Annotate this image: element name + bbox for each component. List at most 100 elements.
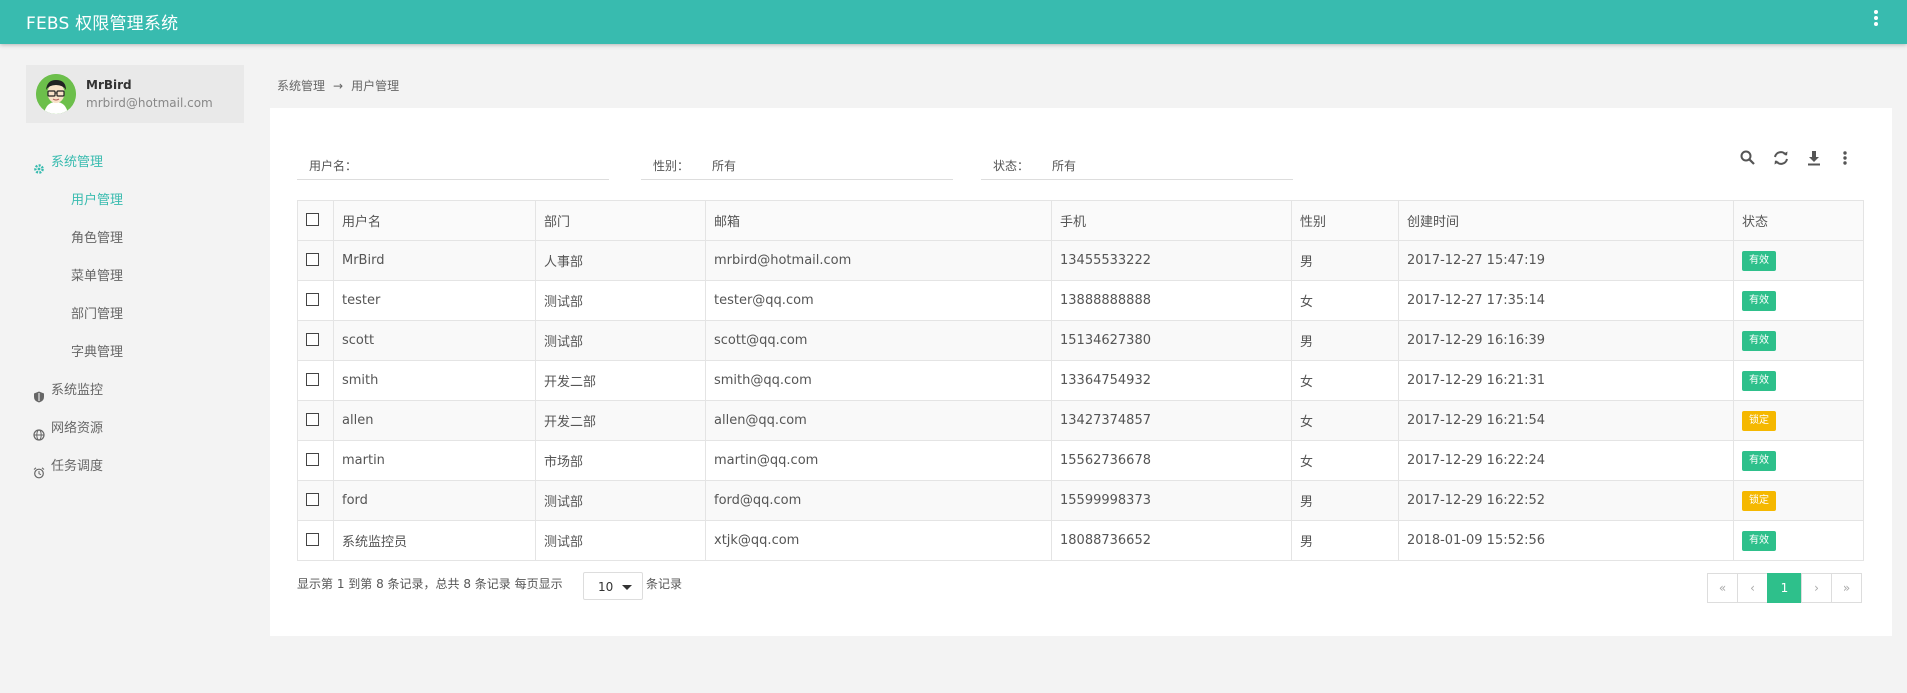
row-checkbox[interactable] xyxy=(306,452,319,466)
sidebar-item-label: 系统管理 xyxy=(51,155,104,170)
table-row[interactable]: 系统监控员 测试部 xtjk@qq.com 18088736652 男 2018-01-0… xyxy=(297,520,1864,561)
column-header[interactable]: 邮箱 xyxy=(705,200,1052,241)
search-icon[interactable] xyxy=(1739,149,1757,167)
phone-cell: 15599998373 xyxy=(1051,480,1292,521)
department-cell: 测试部 xyxy=(535,480,706,521)
status-filter[interactable]: 状态： 所有 xyxy=(981,150,1293,180)
user-table: 用户名 部门 邮箱 手机 性别 创建时间 状态 MrBird 人事部 mrbird@… xyxy=(297,200,1864,561)
row-select-cell[interactable] xyxy=(297,280,334,321)
email-cell: ford@qq.com xyxy=(705,480,1052,521)
table-row[interactable]: tester 测试部 tester@qq.com 13888888888 女 2017-1… xyxy=(297,280,1864,321)
column-header[interactable]: 手机 xyxy=(1051,200,1292,241)
gender-cell: 女 xyxy=(1291,440,1399,481)
user-table-card: 用户名： 性别： 所有 状态： 所有 用户名 部门 邮箱 手机 性别 创建时间 … xyxy=(270,108,1892,636)
select-all-checkbox[interactable] xyxy=(306,212,319,226)
sidebar-item-label: 网络资源 xyxy=(51,421,104,436)
globe-icon xyxy=(33,423,45,441)
email-cell: scott@qq.com xyxy=(705,320,1052,361)
gender-filter-label: 性别： xyxy=(653,159,690,173)
row-checkbox[interactable] xyxy=(306,292,319,306)
page-size-select[interactable]: 10 xyxy=(583,572,643,600)
sidebar-item-label: 字典管理 xyxy=(71,345,124,360)
row-checkbox[interactable] xyxy=(306,532,319,546)
row-checkbox[interactable] xyxy=(306,252,319,266)
department-cell: 测试部 xyxy=(535,520,706,561)
created-time-cell: 2017-12-29 16:22:52 xyxy=(1398,480,1734,521)
email-cell: tester@qq.com xyxy=(705,280,1052,321)
sidebar-item-roles[interactable]: 角色管理 xyxy=(0,224,260,262)
table-row[interactable]: ford 测试部 ford@qq.com 15599998373 男 2017-12-29… xyxy=(297,480,1864,521)
last-page-button[interactable]: » xyxy=(1831,573,1862,603)
sidebar-item-dictionary[interactable]: 字典管理 xyxy=(0,338,260,376)
row-select-cell[interactable] xyxy=(297,400,334,441)
shield-icon xyxy=(33,385,45,403)
email-cell: mrbird@hotmail.com xyxy=(705,240,1052,281)
created-time-cell: 2017-12-27 15:47:19 xyxy=(1398,240,1734,281)
department-cell: 开发二部 xyxy=(535,360,706,401)
department-cell: 市场部 xyxy=(535,440,706,481)
column-header[interactable]: 用户名 xyxy=(333,200,536,241)
row-checkbox[interactable] xyxy=(306,372,319,386)
username-cell: scott xyxy=(333,320,536,361)
sidebar-item-network[interactable]: 网络资源 xyxy=(0,414,260,452)
breadcrumb-separator: → xyxy=(333,79,344,93)
row-select-cell[interactable] xyxy=(297,440,334,481)
next-page-button[interactable]: › xyxy=(1801,573,1832,603)
phone-cell: 13455533222 xyxy=(1051,240,1292,281)
select-all-cell[interactable] xyxy=(297,200,334,241)
table-row[interactable]: scott 测试部 scott@qq.com 15134627380 男 2017-12-… xyxy=(297,320,1864,361)
gender-cell: 女 xyxy=(1291,360,1399,401)
first-page-button[interactable]: « xyxy=(1707,573,1738,603)
status-cell: 有效 xyxy=(1733,440,1864,481)
phone-cell: 13888888888 xyxy=(1051,280,1292,321)
page-button-current[interactable]: 1 xyxy=(1767,573,1802,603)
gender-cell: 男 xyxy=(1291,240,1399,281)
username-cell: allen xyxy=(333,400,536,441)
prev-page-button[interactable]: ‹ xyxy=(1737,573,1768,603)
table-row[interactable]: martin 市场部 martin@qq.com 15562736678 女 2017-1… xyxy=(297,440,1864,481)
status-badge: 有效 xyxy=(1742,250,1776,271)
breadcrumb-parent[interactable]: 系统管理 xyxy=(277,79,325,93)
row-checkbox[interactable] xyxy=(306,492,319,506)
department-cell: 测试部 xyxy=(535,280,706,321)
refresh-icon[interactable] xyxy=(1772,149,1790,167)
username-filter[interactable]: 用户名： xyxy=(297,150,609,180)
status-cell: 锁定 xyxy=(1733,480,1864,521)
row-select-cell[interactable] xyxy=(297,320,334,361)
row-select-cell[interactable] xyxy=(297,480,334,521)
created-time-cell: 2018-01-09 15:52:56 xyxy=(1398,520,1734,561)
sidebar-item-users[interactable]: 用户管理 xyxy=(0,186,260,224)
row-checkbox[interactable] xyxy=(306,412,319,426)
email-cell: martin@qq.com xyxy=(705,440,1052,481)
sidebar-item-menus[interactable]: 菜单管理 xyxy=(0,262,260,300)
sidebar-item-schedule[interactable]: 任务调度 xyxy=(0,452,260,490)
sidebar-nav: 系统管理 用户管理 角色管理 菜单管理 部门管理 字典管理 系统监控 网络资源 … xyxy=(0,148,260,490)
status-badge: 有效 xyxy=(1742,370,1776,391)
status-filter-value[interactable]: 所有 xyxy=(1052,157,1076,174)
column-header[interactable]: 创建时间 xyxy=(1398,200,1734,241)
more-options-icon[interactable] xyxy=(1836,149,1854,167)
status-cell: 锁定 xyxy=(1733,400,1864,441)
caret-down-icon xyxy=(622,585,632,590)
row-checkbox[interactable] xyxy=(306,332,319,346)
pagination-info: 显示第 1 到第 8 条记录，总共 8 条记录 每页显示 xyxy=(297,577,563,591)
gender-filter-value[interactable]: 所有 xyxy=(712,157,736,174)
row-select-cell[interactable] xyxy=(297,360,334,401)
email-cell: allen@qq.com xyxy=(705,400,1052,441)
table-row[interactable]: allen 开发二部 allen@qq.com 13427374857 女 2017-12… xyxy=(297,400,1864,441)
sidebar-item-monitor[interactable]: 系统监控 xyxy=(0,376,260,414)
gender-filter[interactable]: 性别： 所有 xyxy=(641,150,953,180)
sidebar-item-system[interactable]: 系统管理 xyxy=(0,148,260,186)
username-filter-label: 用户名： xyxy=(309,159,358,173)
sidebar-item-departments[interactable]: 部门管理 xyxy=(0,300,260,338)
row-select-cell[interactable] xyxy=(297,520,334,561)
gender-cell: 男 xyxy=(1291,480,1399,521)
row-select-cell[interactable] xyxy=(297,240,334,281)
table-row[interactable]: smith 开发二部 smith@qq.com 13364754932 女 2017-12… xyxy=(297,360,1864,401)
more-vert-icon[interactable] xyxy=(1873,10,1879,28)
column-header[interactable]: 状态 xyxy=(1733,200,1864,241)
column-header[interactable]: 性别 xyxy=(1291,200,1399,241)
download-icon[interactable] xyxy=(1805,149,1823,167)
table-row[interactable]: MrBird 人事部 mrbird@hotmail.com 13455533222 男 2… xyxy=(297,240,1864,281)
column-header[interactable]: 部门 xyxy=(535,200,706,241)
